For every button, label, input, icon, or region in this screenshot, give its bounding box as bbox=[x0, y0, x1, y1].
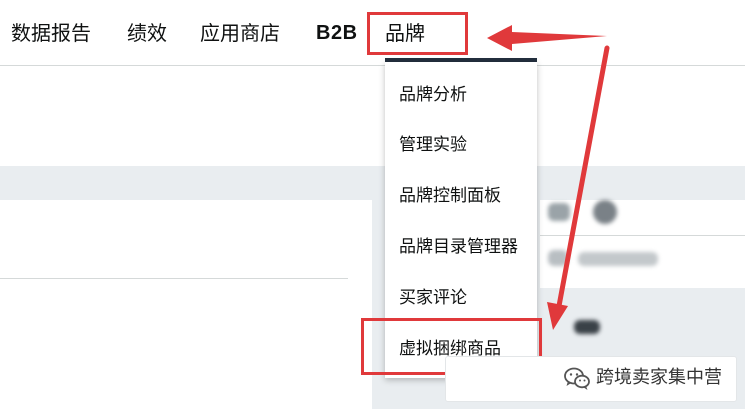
wechat-icon bbox=[564, 367, 590, 390]
nav-item-data-reports[interactable]: 数据报告 bbox=[11, 20, 91, 46]
nav-item-performance[interactable]: 绩效 bbox=[127, 20, 167, 46]
menu-item-brand-catalog-manager[interactable]: 品牌目录管理器 bbox=[399, 236, 518, 258]
blurred-avatar bbox=[593, 200, 617, 224]
menu-item-manage-experiments[interactable]: 管理实验 bbox=[399, 134, 467, 156]
menu-item-customer-reviews[interactable]: 买家评论 bbox=[399, 287, 467, 309]
nav-item-app-store[interactable]: 应用商店 bbox=[200, 20, 280, 46]
content-panel-right-top bbox=[540, 200, 745, 236]
nav-item-b2b[interactable]: B2B bbox=[316, 20, 358, 46]
menu-item-brand-dashboard[interactable]: 品牌控制面板 bbox=[399, 185, 501, 207]
watermark-text: 跨境卖家集中营 bbox=[596, 367, 722, 388]
content-divider bbox=[0, 278, 348, 279]
brand-nav-highlight-box bbox=[367, 12, 468, 55]
blurred-content bbox=[548, 203, 570, 221]
blurred-content bbox=[574, 320, 600, 334]
content-panel-left bbox=[0, 200, 372, 409]
blurred-content bbox=[578, 252, 658, 266]
blurred-content bbox=[548, 250, 568, 266]
menu-item-brand-analytics[interactable]: 品牌分析 bbox=[399, 84, 467, 106]
